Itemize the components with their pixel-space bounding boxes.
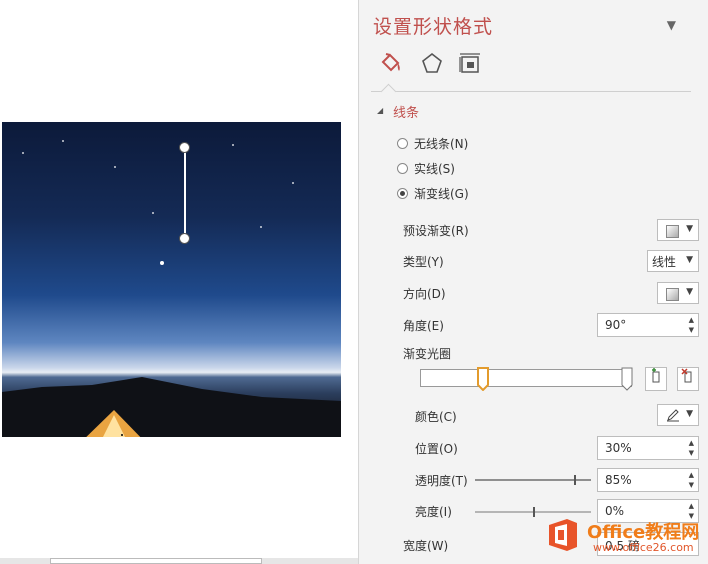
direction-swatch — [666, 288, 679, 301]
brightness-value: 0% — [605, 504, 625, 518]
star — [114, 166, 116, 168]
color-label: 颜色(C) — [415, 410, 457, 424]
star — [232, 144, 234, 146]
spin-up-icon[interactable]: ▲ — [689, 471, 694, 479]
transparency-label: 透明度(T) — [415, 474, 468, 488]
radio-no-line[interactable]: 无线条(N) — [397, 135, 468, 152]
radio-solid-line[interactable]: 实线(S) — [397, 160, 455, 177]
horizontal-scrollbar[interactable] — [0, 558, 358, 564]
gradient-handle-start[interactable] — [179, 142, 190, 153]
spin-down-icon[interactable]: ▼ — [689, 481, 694, 489]
chevron-down-icon: ▼ — [686, 409, 693, 419]
color-picker-dropdown[interactable]: ▼ — [657, 404, 699, 426]
section-title-line[interactable]: 线条 — [393, 102, 419, 121]
radio-label: 渐变线(G) — [414, 187, 469, 201]
direction-label: 方向(D) — [403, 287, 446, 301]
site-watermark: Office教程网 www.office26.com — [545, 517, 705, 557]
angle-label: 角度(E) — [403, 319, 444, 333]
radio-gradient-line[interactable]: 渐变线(G) — [397, 185, 469, 202]
star — [22, 152, 24, 154]
paint-bucket-icon[interactable] — [377, 50, 403, 76]
add-gradient-stop-button[interactable] — [645, 367, 667, 391]
remove-stop-icon — [681, 368, 692, 383]
star — [260, 226, 262, 228]
star — [152, 212, 154, 214]
watermark-url: www.office26.com — [593, 541, 694, 554]
spin-up-icon[interactable]: ▲ — [689, 316, 694, 324]
transparency-input[interactable]: 85% ▲ ▼ — [597, 468, 699, 492]
gradient-stop[interactable] — [621, 367, 633, 391]
spin-up-icon[interactable]: ▲ — [689, 439, 694, 447]
angle-value: 90° — [605, 318, 627, 332]
direction-dropdown[interactable]: ▼ — [657, 282, 699, 304]
gradient-handle-end[interactable] — [179, 233, 190, 244]
bright-star — [160, 261, 164, 265]
width-label: 宽度(W) — [403, 539, 449, 553]
angle-input[interactable]: 90° ▲ ▼ — [597, 313, 699, 337]
transparency-value: 85% — [605, 473, 632, 487]
star — [62, 140, 64, 142]
brightness-label: 亮度(I) — [415, 505, 452, 519]
radio-button-checked[interactable] — [397, 188, 408, 199]
pen-icon — [667, 409, 679, 422]
chevron-down-icon: ▼ — [686, 255, 693, 265]
gradient-swatch — [666, 225, 679, 238]
office-logo-icon — [549, 519, 577, 551]
gradient-stop-selected[interactable] — [477, 367, 489, 391]
selected-tab-pointer — [380, 83, 397, 100]
gradient-stops-label: 渐变光圈 — [403, 347, 452, 361]
gradient-stops-bar[interactable] — [420, 369, 632, 387]
radio-button[interactable] — [397, 163, 408, 174]
tab-divider — [371, 91, 691, 92]
position-value: 30% — [605, 441, 632, 455]
pane-options-chevron-icon[interactable]: ▼ — [667, 18, 676, 32]
slide-canvas — [0, 0, 358, 564]
type-label: 类型(Y) — [403, 255, 444, 269]
type-value: 线性 — [652, 255, 677, 269]
scrollbar-thumb[interactable] — [50, 558, 262, 564]
pane-title: 设置形状格式 — [373, 16, 494, 38]
add-stop-icon — [652, 368, 660, 383]
spin-up-icon[interactable]: ▲ — [689, 502, 694, 510]
chevron-down-icon: ▼ — [686, 287, 693, 297]
format-shape-pane: 设置形状格式 ▼ ◢ 线条 无线条(N) 实线(S) 渐变线(G) 预设渐变(R… — [358, 0, 708, 564]
position-input[interactable]: 30% ▲ ▼ — [597, 436, 699, 460]
spin-down-icon[interactable]: ▼ — [689, 449, 694, 457]
remove-gradient-stop-button[interactable] — [677, 367, 699, 391]
pentagon-icon[interactable] — [419, 50, 445, 76]
radio-label: 无线条(N) — [414, 137, 469, 151]
brightness-slider-thumb[interactable] — [533, 507, 535, 517]
type-select[interactable]: 线性 ▼ — [647, 250, 699, 272]
star — [292, 182, 294, 184]
spin-down-icon[interactable]: ▼ — [689, 326, 694, 334]
preset-gradient-label: 预设渐变(R) — [403, 224, 469, 238]
mountain-silhouette — [2, 377, 341, 437]
chevron-down-icon: ▼ — [686, 224, 693, 234]
collapse-triangle-icon[interactable]: ◢ — [377, 106, 383, 115]
position-label: 位置(O) — [415, 442, 458, 456]
transparency-slider-thumb[interactable] — [573, 475, 576, 485]
size-layout-icon[interactable] — [457, 50, 483, 76]
preset-gradient-dropdown[interactable]: ▼ — [657, 219, 699, 241]
radio-button[interactable] — [397, 138, 408, 149]
gradient-direction-line[interactable] — [184, 147, 186, 238]
night-camping-photo[interactable] — [2, 122, 341, 437]
radio-label: 实线(S) — [414, 162, 455, 176]
